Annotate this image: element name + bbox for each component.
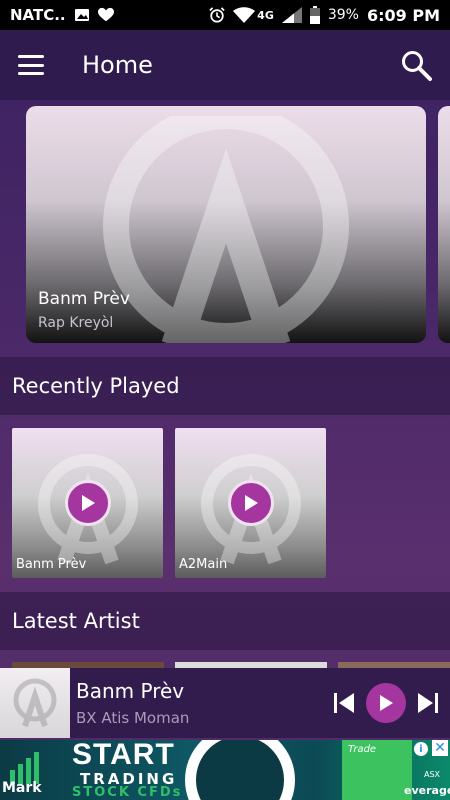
card-label: A2Main <box>179 557 228 572</box>
play-button[interactable] <box>65 480 111 526</box>
battery-label: 39% <box>327 7 359 23</box>
heart-icon <box>97 7 114 23</box>
featured-title: Banm Prèv <box>38 289 130 309</box>
mini-player[interactable]: Banm Prèv BX Atis Moman <box>0 668 450 738</box>
logo-icon <box>13 678 57 727</box>
page-title: Home <box>82 51 153 79</box>
recent-card[interactable]: A2Main <box>175 428 326 578</box>
player-artist: BX Atis Moman <box>76 709 190 727</box>
battery-icon <box>309 6 320 24</box>
previous-icon[interactable] <box>332 691 356 715</box>
player-title: Banm Prèv <box>76 679 185 703</box>
album-art <box>0 668 70 738</box>
next-icon[interactable] <box>416 691 440 715</box>
ad-line3: STOCK CFDs <box>72 785 183 800</box>
play-button[interactable] <box>228 480 274 526</box>
app-bar: Home <box>0 30 450 100</box>
clock: 6:09 PM <box>366 5 440 25</box>
ad-close-icon[interactable]: ✕ <box>432 740 448 756</box>
globe-graphic-icon <box>185 740 295 800</box>
ad-headline: START <box>72 740 175 771</box>
featured-subtitle: Rap Kreyòl <box>38 315 114 331</box>
network-label: 4G <box>257 8 274 22</box>
recent-card[interactable]: Banm Prèv <box>12 428 163 578</box>
ad-right-tag: Trade <box>348 744 377 755</box>
status-bar: NATC.. 4G 39% 6:09 PM <box>0 0 450 30</box>
image-icon <box>74 7 90 23</box>
search-icon[interactable] <box>400 49 432 81</box>
play-button[interactable] <box>366 683 406 723</box>
latest-artist-header: Latest Artist <box>0 592 450 650</box>
ad-banner[interactable]: Mark START TRADING STOCK CFDs Trade ASX … <box>0 740 450 800</box>
ad-info-icon[interactable]: i <box>414 742 428 756</box>
hamburger-icon[interactable] <box>18 55 44 75</box>
featured-card[interactable]: Banm Prèv Rap Kreyòl <box>26 106 426 343</box>
ad-exchange: ASX <box>424 770 441 779</box>
ad-right-tag2: everage <box>404 784 450 797</box>
alarm-icon <box>209 7 225 23</box>
carrier-label: NATC.. <box>10 6 66 24</box>
card-label: Banm Prèv <box>16 557 87 572</box>
recently-played-header: Recently Played <box>0 357 450 415</box>
logo-watermark-icon <box>103 116 349 343</box>
wifi-icon <box>233 7 256 23</box>
ad-brand: Mark <box>2 780 42 796</box>
signal-icon <box>281 7 302 23</box>
featured-card-next[interactable] <box>438 106 450 343</box>
